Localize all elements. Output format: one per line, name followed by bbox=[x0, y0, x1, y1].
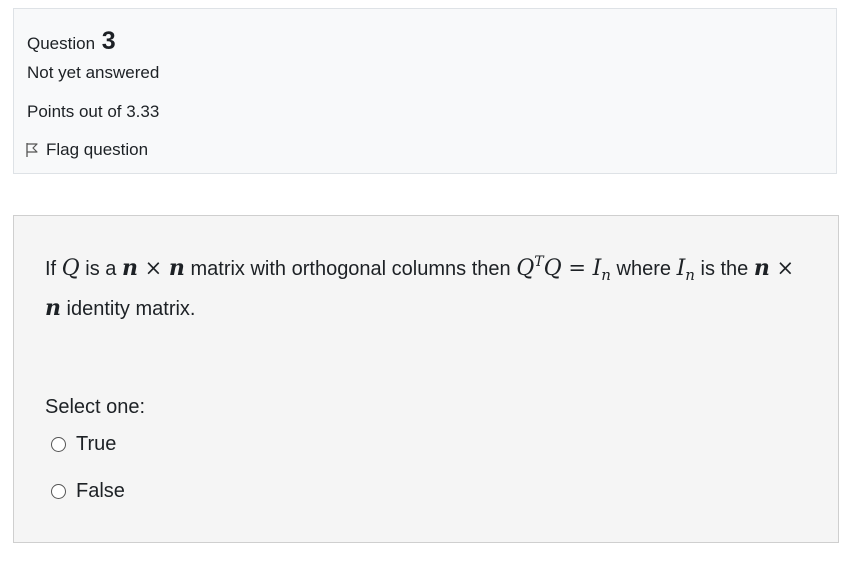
question-text-part: is a bbox=[79, 258, 122, 280]
math-var-n: n bbox=[121, 255, 138, 281]
question-label: Question bbox=[27, 34, 96, 53]
question-text-part: is the bbox=[694, 258, 754, 280]
math-superscript-t: T bbox=[534, 254, 544, 270]
radio-button-true[interactable] bbox=[51, 437, 66, 452]
question-text-part: identity matrix. bbox=[61, 298, 196, 320]
question-text: If Q is a n × n matrix with orthogonal c… bbox=[45, 246, 815, 326]
question-content-panel: If Q is a n × n matrix with orthogonal c… bbox=[13, 215, 839, 543]
math-var-n: n bbox=[753, 255, 770, 281]
question-grade: Points out of 3.33 bbox=[27, 102, 160, 121]
flag-question-label: Flag question bbox=[46, 140, 149, 159]
math-subscript-n: n bbox=[601, 266, 611, 284]
question-number: 3 bbox=[101, 27, 116, 55]
flag-icon bbox=[26, 143, 38, 157]
question-title: Question 3 bbox=[27, 27, 116, 56]
math-var-i: I bbox=[676, 256, 686, 281]
option-true-label[interactable]: True bbox=[76, 433, 116, 456]
question-state: Not yet answered bbox=[27, 63, 160, 82]
math-var-q: Q bbox=[543, 256, 562, 281]
math-times: × bbox=[769, 256, 795, 280]
select-one-prompt: Select one: bbox=[45, 396, 146, 418]
question-info-panel: Question 3 Not yet answered Points out o… bbox=[13, 8, 837, 174]
math-equals: = bbox=[561, 256, 593, 280]
math-var-n: n bbox=[168, 255, 185, 281]
option-false[interactable]: False bbox=[51, 480, 125, 503]
math-var-q: Q bbox=[61, 256, 80, 281]
flag-question-button[interactable]: Flag question bbox=[25, 140, 148, 160]
math-var-n: n bbox=[45, 295, 61, 321]
math-times: × bbox=[137, 256, 169, 280]
math-var-i: I bbox=[592, 256, 602, 281]
option-false-label[interactable]: False bbox=[76, 480, 125, 503]
question-text-part: If bbox=[45, 258, 62, 280]
question-text-part: where bbox=[610, 258, 677, 280]
radio-button-false[interactable] bbox=[51, 484, 66, 499]
math-var-q: Q bbox=[516, 256, 535, 281]
question-text-part: matrix with orthogonal columns then bbox=[184, 258, 517, 280]
math-subscript-n: n bbox=[685, 266, 695, 284]
option-true[interactable]: True bbox=[51, 433, 116, 456]
